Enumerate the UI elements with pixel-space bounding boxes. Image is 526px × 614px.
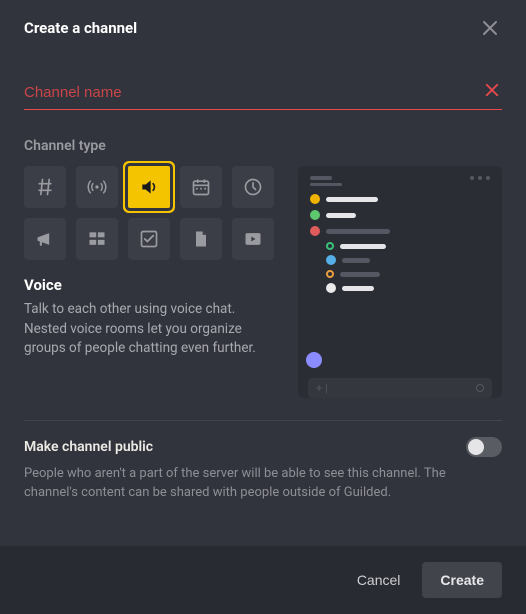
type-detail: Talk to each other using voice chat. Nes… <box>24 300 274 359</box>
type-todo[interactable] <box>128 218 170 260</box>
public-label: Make channel public <box>24 439 153 455</box>
type-scheduling[interactable] <box>232 166 274 208</box>
channel-name-input[interactable] <box>24 78 502 110</box>
channel-preview: + | <box>298 166 502 398</box>
channel-type-grid <box>24 166 274 260</box>
channel-type-label: Channel type <box>24 138 502 154</box>
type-list[interactable] <box>76 218 118 260</box>
close-icon <box>485 83 499 97</box>
kanban-icon <box>87 229 107 249</box>
divider <box>24 420 502 421</box>
calendar-icon <box>191 177 211 197</box>
plus-icon: + | <box>316 383 328 394</box>
type-docs[interactable] <box>180 218 222 260</box>
public-toggle[interactable] <box>466 437 502 457</box>
modal-footer: Cancel Create <box>0 546 526 614</box>
channel-type-row: Voice Talk to each other using voice cha… <box>24 166 502 398</box>
cancel-button[interactable]: Cancel <box>349 564 409 596</box>
modal-title: Create a channel <box>24 19 137 37</box>
clock-icon <box>243 177 263 197</box>
type-announcements[interactable] <box>24 218 66 260</box>
close-icon <box>482 20 498 36</box>
broadcast-icon <box>87 177 107 197</box>
type-calendar[interactable] <box>180 166 222 208</box>
create-button[interactable]: Create <box>422 562 502 598</box>
public-row: Make channel public <box>24 437 502 457</box>
type-title: Voice <box>24 276 274 294</box>
type-media[interactable] <box>232 218 274 260</box>
public-help-text: People who aren't a part of the server w… <box>24 465 502 503</box>
type-voice[interactable] <box>128 166 170 208</box>
video-icon <box>243 229 263 249</box>
modal-header: Create a channel <box>0 0 526 52</box>
document-icon <box>191 229 211 249</box>
close-button[interactable] <box>478 16 502 40</box>
speaker-icon <box>139 177 159 197</box>
type-text[interactable] <box>24 166 66 208</box>
type-stream[interactable] <box>76 166 118 208</box>
hash-icon <box>35 177 55 197</box>
type-description: Voice Talk to each other using voice cha… <box>24 276 274 359</box>
checkbox-icon <box>139 229 159 249</box>
clear-name-button[interactable] <box>482 80 502 100</box>
channel-name-field <box>24 78 502 110</box>
modal-body: Channel type <box>0 52 526 546</box>
create-channel-modal: Create a channel Channel type <box>0 0 526 614</box>
megaphone-icon <box>35 229 55 249</box>
toggle-knob <box>468 439 484 455</box>
